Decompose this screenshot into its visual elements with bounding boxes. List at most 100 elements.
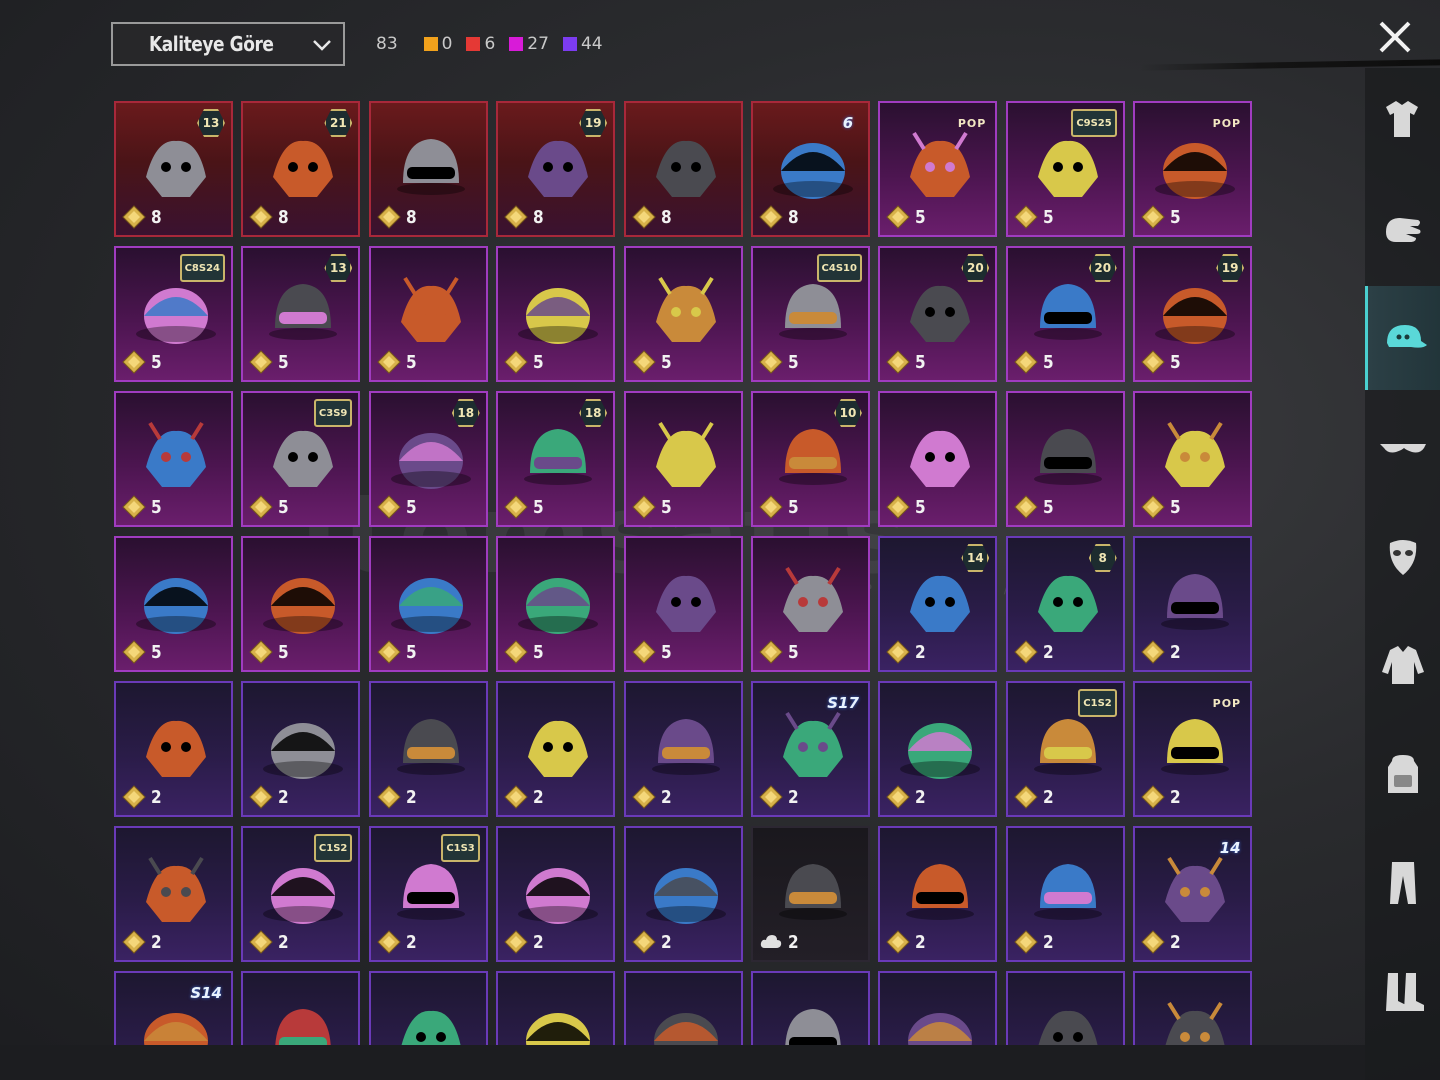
sidebar-tab-mask[interactable] [1365, 504, 1440, 608]
coin-icon [504, 350, 528, 374]
inventory-item-card[interactable]: 5 [368, 246, 488, 382]
coin-icon [759, 205, 783, 229]
inventory-item-card[interactable]: 18 5 [496, 391, 616, 527]
tactical-cap-icon [146, 856, 206, 922]
inventory-item-card[interactable]: 5 [368, 536, 488, 672]
nest-hat-icon [655, 421, 716, 487]
inventory-item-card[interactable] [1133, 971, 1253, 1045]
inventory-item-card[interactable]: 2 [114, 826, 233, 962]
inventory-item-card[interactable]: POP 5 [1133, 101, 1253, 237]
inventory-item-card[interactable]: 5 [114, 391, 233, 527]
inventory-item-card[interactable]: 2 [114, 681, 233, 817]
season-badge: C3S9 [313, 399, 353, 427]
value-label: 2 [151, 931, 162, 953]
inventory-item-card[interactable]: 19 8 [496, 101, 616, 237]
inventory-item-card[interactable]: 19 5 [1133, 246, 1253, 382]
inventory-item-card[interactable]: 21 8 [241, 101, 361, 237]
inventory-item-card[interactable]: 2 [623, 826, 743, 962]
inventory-item-card[interactable]: 2 [496, 681, 616, 817]
inventory-item-card[interactable]: 5 [750, 536, 870, 672]
sidebar-tab-backpack[interactable] [1365, 722, 1440, 826]
inventory-item-card[interactable]: C4S10 5 [750, 246, 870, 382]
inventory-item-card[interactable]: POP 5 [878, 101, 998, 237]
inventory-item-card[interactable]: 2 [623, 681, 743, 817]
inventory-item-card[interactable]: 5 [114, 536, 233, 672]
inventory-item-card[interactable]: 13 5 [241, 246, 361, 382]
value-label: 2 [787, 786, 799, 808]
inventory-item-card[interactable]: 10 5 [750, 391, 870, 527]
count-legendary: 0 [423, 34, 452, 54]
sidebar-tab-jacket[interactable] [1365, 613, 1440, 717]
sidebar-tab-cap[interactable] [1365, 286, 1440, 390]
inventory-item-card[interactable]: 2 [1005, 826, 1125, 962]
inventory-item-card[interactable]: 6 8 [750, 101, 870, 237]
inventory-item-card[interactable]: 8 2 [1005, 536, 1125, 672]
item-value: 5 [249, 640, 291, 664]
inventory-item-card[interactable]: 5 [1005, 391, 1125, 527]
inventory-item-card[interactable]: C9S25 5 [1005, 101, 1125, 237]
inventory-item-card[interactable] [241, 971, 361, 1045]
coin-icon [122, 205, 146, 229]
inventory-item-card[interactable] [368, 971, 488, 1045]
moto-helmet-icon [1033, 864, 1102, 920]
item-value: 8 [504, 205, 546, 229]
inventory-item-card[interactable]: 18 5 [368, 391, 488, 527]
value-label: 5 [787, 496, 799, 518]
inventory-item-card[interactable] [1005, 971, 1125, 1045]
inventory-item-card[interactable]: S17 2 [750, 681, 870, 817]
inventory-item-card[interactable]: 5 [623, 536, 743, 672]
inventory-item-card[interactable]: 14 2 [878, 536, 998, 672]
inventory-item-card[interactable]: 2 [750, 826, 870, 962]
inventory-grid[interactable]: 13 8 21 8 8 19 8 8 6 8 POP 5 C9S25 5 POP… [114, 101, 1254, 1045]
item-value: 5 [377, 495, 419, 519]
inventory-item-card[interactable]: 5 [241, 536, 361, 672]
inventory-item-card[interactable]: 2 [878, 826, 998, 962]
inventory-item-card[interactable]: 5 [623, 246, 743, 382]
inventory-item-card[interactable]: C1S2 2 [241, 826, 361, 962]
inventory-item-card[interactable]: S14 [114, 971, 233, 1045]
inventory-item-card[interactable] [496, 971, 616, 1045]
inventory-item-card[interactable]: 2 [496, 826, 616, 962]
sort-dropdown[interactable]: Kaliteye Göre [111, 22, 345, 66]
inventory-item-card[interactable]: 14 2 [1133, 826, 1253, 962]
inventory-item-card[interactable] [878, 971, 998, 1045]
inventory-item-card[interactable]: 5 [623, 391, 743, 527]
value-label: 2 [278, 931, 290, 953]
value-label: 5 [660, 641, 672, 663]
inventory-item-card[interactable]: 8 [623, 101, 743, 237]
boots-icon [1385, 973, 1424, 1011]
inventory-item-card[interactable]: 5 [1133, 391, 1253, 527]
inventory-item-card[interactable]: C1S2 2 [1005, 681, 1125, 817]
inventory-item-card[interactable] [750, 971, 870, 1045]
value-label: 2 [787, 931, 799, 953]
value-label: 2 [405, 786, 417, 808]
inventory-item-card[interactable]: 2 [241, 681, 361, 817]
item-value: 2 [886, 640, 928, 664]
inventory-item-card[interactable]: 2 [878, 681, 998, 817]
sidebar-tab-boots[interactable] [1365, 940, 1440, 1044]
inventory-item-card[interactable]: 5 [496, 246, 616, 382]
inventory-item-card[interactable]: C8S24 5 [114, 246, 233, 382]
inventory-item-card[interactable]: 13 8 [114, 101, 233, 237]
inventory-item-card[interactable]: 5 [496, 536, 616, 672]
inventory-item-card[interactable]: C3S9 5 [241, 391, 361, 527]
inventory-item-card[interactable]: 2 [368, 681, 488, 817]
item-value: 5 [377, 640, 419, 664]
value-label: 5 [405, 641, 417, 663]
sidebar-tab-pants[interactable] [1365, 831, 1440, 935]
item-value: 5 [1014, 205, 1056, 229]
inventory-item-card[interactable]: 8 [368, 101, 488, 237]
value-label: 5 [405, 351, 417, 373]
inventory-item-card[interactable]: 2 [1133, 536, 1253, 672]
value-label: 5 [151, 496, 162, 518]
inventory-item-card[interactable]: 5 [878, 391, 998, 527]
inventory-item-card[interactable] [623, 971, 743, 1045]
sidebar-tab-glove[interactable] [1365, 177, 1440, 281]
inventory-item-card[interactable]: C1S3 2 [368, 826, 488, 962]
close-icon[interactable] [1372, 14, 1418, 60]
sidebar-tab-glasses[interactable] [1365, 395, 1440, 499]
sidebar-tab-outfit[interactable] [1365, 68, 1440, 172]
inventory-item-card[interactable]: 20 5 [878, 246, 998, 382]
inventory-item-card[interactable]: POP 2 [1133, 681, 1253, 817]
inventory-item-card[interactable]: 20 5 [1005, 246, 1125, 382]
